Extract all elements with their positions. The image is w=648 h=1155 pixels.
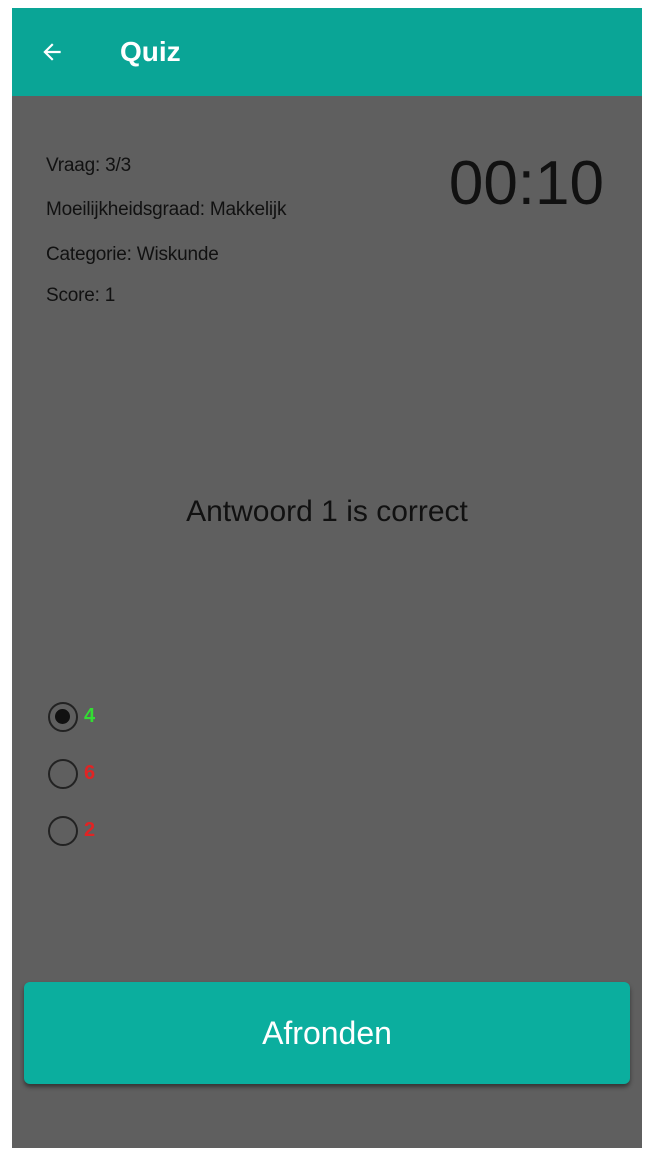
answer-option-label: 2 xyxy=(84,819,96,841)
page-title: Quiz xyxy=(120,36,181,67)
difficulty-label: Moeilijkheidsgraad: Makkelijk xyxy=(46,199,287,220)
answer-option-2[interactable]: 6 xyxy=(48,745,95,802)
countdown-timer: 00:10 xyxy=(448,149,604,218)
answer-option-label: 4 xyxy=(84,705,96,727)
answer-options: 4 6 2 xyxy=(48,688,95,859)
back-button[interactable] xyxy=(32,32,72,72)
radio-button-checked[interactable] xyxy=(48,701,78,732)
question-counter: Vraag: 3/3 xyxy=(46,155,131,176)
finish-button[interactable]: Afronden xyxy=(24,982,630,1084)
radio-button[interactable] xyxy=(48,815,78,846)
radio-button[interactable] xyxy=(48,758,78,789)
answer-feedback: Antwoord 1 is correct xyxy=(186,495,468,528)
category-label: Categorie: Wiskunde xyxy=(46,244,219,265)
quiz-screen: Quiz Vraag: 3/3 Moeilijkheidsgraad: Makk… xyxy=(12,8,642,1148)
answer-option-3[interactable]: 2 xyxy=(48,802,95,859)
answer-option-label: 6 xyxy=(84,762,96,784)
score-label: Score: 1 xyxy=(46,285,116,306)
app-bar: Quiz xyxy=(12,8,642,96)
arrow-left-icon xyxy=(43,43,61,61)
answer-option-1[interactable]: 4 xyxy=(48,688,95,745)
